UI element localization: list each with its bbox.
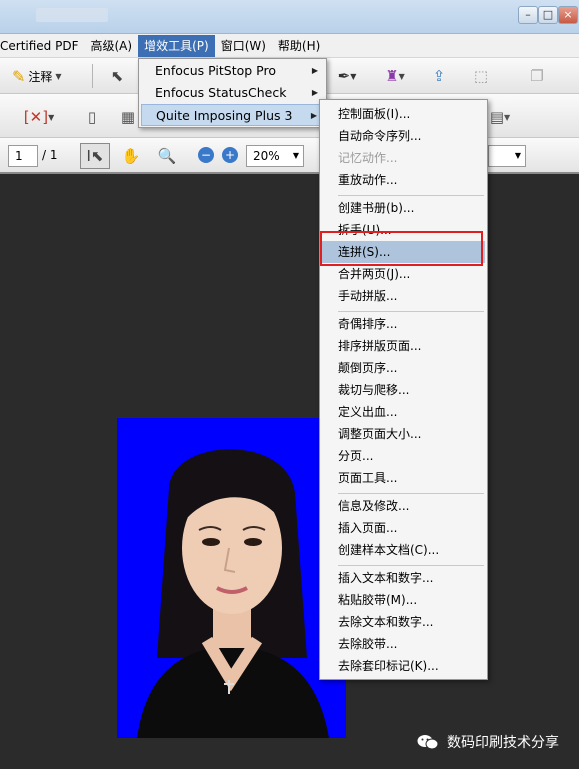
zoom-select[interactable]: 20% ▼ xyxy=(246,145,304,167)
plugins-menu-item[interactable]: Enfocus StatusCheck ▶ xyxy=(141,82,324,104)
maximize-button[interactable]: □ xyxy=(538,6,558,24)
pen-tool-icon[interactable]: ✒ ▼ xyxy=(330,64,364,88)
find-select[interactable]: ▼ xyxy=(488,145,526,167)
chevron-right-icon: ▶ xyxy=(311,88,318,97)
portrait-image xyxy=(117,418,346,738)
qi-menu-item[interactable]: 插入文本和数字... xyxy=(322,567,485,589)
hand-tool-icon[interactable]: ✋ xyxy=(118,143,144,169)
plugins-menu-item[interactable]: Enfocus PitStop Pro ▶ xyxy=(141,60,324,82)
chevron-right-icon: ▶ xyxy=(311,66,318,75)
plugins-submenu: Enfocus PitStop Pro ▶ Enfocus StatusChec… xyxy=(138,58,327,128)
form-icon[interactable]: ▤ ▼ xyxy=(486,104,514,130)
window-title xyxy=(36,8,108,22)
zoom-out-icon[interactable]: − xyxy=(198,147,214,163)
text-select-icon[interactable]: I⬉ xyxy=(80,143,110,169)
menu-help[interactable]: 帮助(H) xyxy=(272,35,326,57)
chevron-right-icon: ▶ xyxy=(310,111,317,120)
watermark-text: 数码印刷技术分享 xyxy=(447,735,559,751)
close-button[interactable]: × xyxy=(558,6,578,24)
qi-menu-item[interactable]: 创建样本文档(C)... xyxy=(322,539,485,561)
qi-menu-item[interactable]: 粘贴胶带(M)... xyxy=(322,589,485,611)
zoom-tool-icon[interactable]: 🔍 xyxy=(154,143,180,169)
redact-icon[interactable]: [✕] ▼ xyxy=(22,106,56,128)
comment-icon: ✎ xyxy=(12,66,26,86)
menu-bar: Certified PDF 高级(A) 增效工具(P) 窗口(W) 帮助(H) xyxy=(0,34,579,58)
menu-separator xyxy=(338,311,484,312)
portrait-photo xyxy=(117,418,346,738)
qi-menu-item[interactable]: 去除文本和数字... xyxy=(322,611,485,633)
watermark: 数码印刷技术分享 xyxy=(417,730,559,754)
zoom-in-icon[interactable]: + xyxy=(222,147,238,163)
minimize-button[interactable]: – xyxy=(518,6,538,24)
menu-plugins[interactable]: 增效工具(P) xyxy=(138,34,215,57)
toolbar-navigation: 1 / 1 I⬉ ✋ 🔍 − + 20% ▼ ▼ xyxy=(0,138,579,174)
menu-separator xyxy=(338,565,484,566)
qi-menu-item[interactable]: 重放动作... xyxy=(322,169,485,191)
chevron-down-icon: ▼ xyxy=(514,151,521,160)
quite-imposing-submenu: 控制面板(I)... 自动命令序列... 记忆动作... 重放动作... 创建书… xyxy=(319,99,488,680)
qi-menu-item[interactable]: 调整页面大小... xyxy=(322,423,485,445)
qi-menu-item[interactable]: 去除胶带... xyxy=(322,633,485,655)
menu-separator xyxy=(338,493,484,494)
qi-menu-item[interactable]: 信息及修改... xyxy=(322,495,485,517)
toolbar-divider xyxy=(92,64,93,88)
qi-menu-item[interactable]: 颠倒页序... xyxy=(322,357,485,379)
qi-menu-item[interactable]: 奇偶排序... xyxy=(322,313,485,335)
page-total-label: / 1 xyxy=(42,148,58,162)
qi-menu-item[interactable]: 插入页面... xyxy=(322,517,485,539)
qi-menu-item[interactable]: 自动命令序列... xyxy=(322,125,485,147)
comment-label: 注释 xyxy=(28,69,53,84)
qi-menu-item[interactable]: 合并两页(J)... xyxy=(322,263,485,285)
menu-advanced[interactable]: 高级(A) xyxy=(85,35,139,57)
zoom-value: 20% xyxy=(253,149,280,163)
plugins-menu-item-active[interactable]: Quite Imposing Plus 3 ▶ xyxy=(141,104,324,126)
qi-menu-item[interactable]: 定义出血... xyxy=(322,401,485,423)
document-icon[interactable]: ▯ xyxy=(80,104,104,130)
stamp-icon[interactable]: ♜ ▼ xyxy=(378,64,412,88)
qi-menu-item[interactable]: 分页... xyxy=(322,445,485,467)
select-arrow-icon[interactable]: ⬉ xyxy=(102,66,132,86)
menu-separator xyxy=(338,195,484,196)
qi-menu-item[interactable]: 页面工具... xyxy=(322,467,485,489)
qi-menu-item[interactable]: 裁切与爬移... xyxy=(322,379,485,401)
chevron-down-icon: ▼ xyxy=(55,71,62,81)
plugins-menu-label: Enfocus StatusCheck xyxy=(155,85,287,100)
crop-icon[interactable]: ⬚ xyxy=(464,64,498,88)
title-bar: – □ × xyxy=(0,0,579,34)
wechat-icon xyxy=(417,735,439,750)
export-icon[interactable]: ⇪ xyxy=(424,64,454,88)
page-number-input[interactable]: 1 xyxy=(8,145,38,167)
qi-menu-item[interactable]: 创建书册(b)... xyxy=(322,197,485,219)
plugins-menu-label: Enfocus PitStop Pro xyxy=(155,63,277,78)
comment-button[interactable]: ✎ 注释 ▼ xyxy=(12,66,62,86)
menu-certified-pdf[interactable]: Certified PDF xyxy=(0,35,85,57)
organize-icon[interactable]: ❐ xyxy=(520,64,554,88)
qi-menu-item[interactable]: 去除套印标记(K)... xyxy=(322,655,485,677)
qi-menu-item[interactable]: 手动拼版... xyxy=(322,285,485,307)
menu-window[interactable]: 窗口(W) xyxy=(215,35,272,57)
highlight-annotation-box xyxy=(320,231,483,266)
qi-menu-item[interactable]: 排序拼版页面... xyxy=(322,335,485,357)
qi-menu-item[interactable]: 控制面板(I)... xyxy=(322,103,485,125)
plugins-menu-label: Quite Imposing Plus 3 xyxy=(156,108,293,123)
qi-menu-item-disabled: 记忆动作... xyxy=(338,151,398,165)
grid-icon[interactable]: ▦ xyxy=(118,104,138,130)
chevron-down-icon: ▼ xyxy=(292,151,299,160)
